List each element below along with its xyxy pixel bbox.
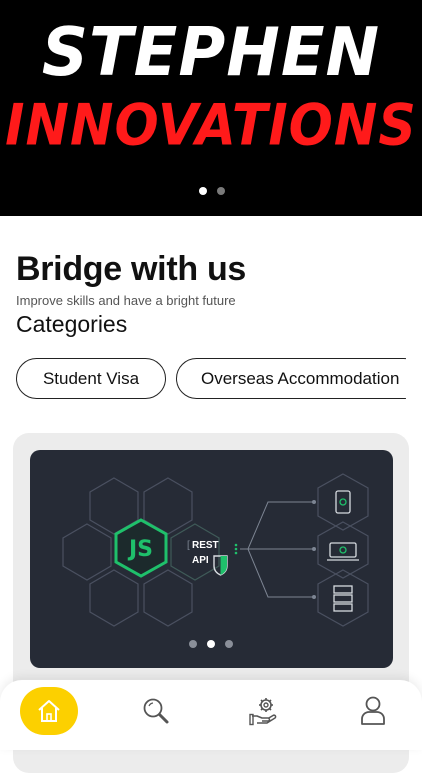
- hero-title-line2: INNOVATIONS: [5, 93, 417, 159]
- rest-api-label: [ REST API: [187, 540, 228, 576]
- home-icon: [38, 700, 60, 722]
- nav-profile-button[interactable]: [345, 688, 401, 734]
- banner-pagination[interactable]: [189, 640, 233, 648]
- nav-home-button[interactable]: [20, 687, 78, 735]
- hero-dot-2[interactable]: [217, 187, 225, 195]
- categories-title: Categories: [16, 311, 128, 337]
- profile-icon: [361, 696, 385, 725]
- svg-text:REST: REST: [192, 540, 219, 551]
- hero-pagination[interactable]: [199, 187, 225, 195]
- category-chip-overseas-accommodation[interactable]: Overseas Accommodation: [176, 358, 406, 399]
- banner-dot-2[interactable]: [207, 640, 215, 648]
- svg-text:JS: JS: [127, 537, 153, 562]
- page-heading: Bridge with us: [16, 250, 247, 288]
- nodejs-logo-icon: JS: [114, 518, 168, 578]
- bottom-navigation: [0, 680, 422, 750]
- banner-dot-1[interactable]: [189, 640, 197, 648]
- svg-text:API: API: [192, 555, 209, 566]
- hero-dot-1[interactable]: [199, 187, 207, 195]
- search-icon: [143, 698, 169, 724]
- banner-dot-3[interactable]: [225, 640, 233, 648]
- category-chips[interactable]: Student Visa Overseas Accommodation: [16, 358, 406, 400]
- nav-settings-button[interactable]: [237, 688, 293, 734]
- page-subtitle: Improve skills and have a bright future: [16, 293, 236, 308]
- hero-title-line1: STEPHEN: [41, 14, 381, 92]
- settings-hand-icon: [249, 698, 277, 726]
- category-chip-student-visa[interactable]: Student Visa: [16, 358, 166, 399]
- nav-search-button[interactable]: [128, 688, 184, 734]
- feature-banner[interactable]: JS [ REST API: [30, 450, 393, 668]
- hero-banner[interactable]: STEPHEN INNOVATIONS: [0, 0, 422, 216]
- node-rest-api-illustration: JS [ REST API: [62, 473, 369, 627]
- svg-text:[: [: [187, 540, 190, 551]
